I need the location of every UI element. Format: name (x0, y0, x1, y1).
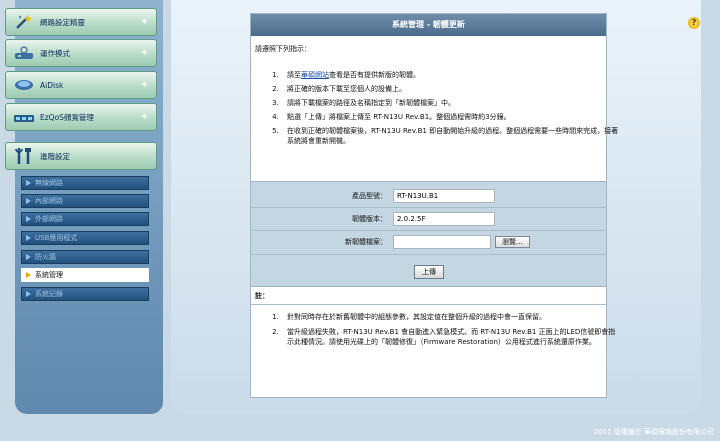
menu-ezqos[interactable]: EzQoS頻寬管理 ✦ (5, 103, 157, 131)
asus-website-link[interactable]: 華碩網站 (301, 71, 329, 79)
arrow-right-icon (26, 235, 31, 241)
instruction-step: 請將下載檔案的路徑及名稱指定到「新韌體檔案」中。 (281, 98, 621, 108)
product-label: 產品型號： (352, 192, 387, 200)
instruction-list: 請至華碩網站查看是否有提供新版的韌體。 將正確的版本下載至您個人的設備上。 請將… (261, 70, 621, 150)
menu-label: 進階設定 (40, 151, 70, 161)
browse-button[interactable]: 瀏覽... (495, 236, 530, 248)
note-item: 當升級過程失敗，RT-N13U Rev.B1 會自動進入緊急模式。而 RT-N1… (281, 327, 621, 347)
divider (251, 254, 606, 255)
copyright-footer: 2011 版權屬於 華碩電腦股份有限公司 (593, 428, 714, 436)
sparkle-icon: ✦ (141, 48, 148, 57)
submenu-label: 系統管理 (35, 271, 63, 279)
arrow-right-icon (26, 254, 31, 260)
panel-title: 系統管理 - 韌體更新 (251, 14, 606, 36)
divider (251, 304, 606, 305)
submenu-label: 系統記錄 (35, 290, 63, 298)
firmware-version-label: 韌體版本： (352, 215, 387, 223)
new-firmware-row: 新韌體檔案： 瀏覽... (251, 232, 606, 252)
arrow-right-icon (26, 291, 31, 297)
intro-text: 請遵照下列指示： (255, 45, 311, 53)
upload-button[interactable]: 上傳 (414, 265, 444, 279)
help-icon[interactable]: ? (688, 17, 700, 29)
instruction-step: 請至華碩網站查看是否有提供新版的韌體。 (281, 70, 621, 80)
arrow-right-icon (26, 216, 31, 222)
sparkle-icon: ✦ (141, 80, 148, 89)
menu-aidisk[interactable]: AiDisk ✦ (5, 71, 157, 99)
arrow-right-icon (26, 198, 31, 204)
instruction-step: 點選「上傳」將檔案上傳至 RT-N13U Rev.B1。整個過程需時約3分鐘。 (281, 112, 621, 122)
submenu-label: 防火牆 (35, 253, 56, 261)
submenu-wan[interactable]: 外部網路 (21, 212, 149, 226)
menu-label: 運作模式 (40, 48, 70, 58)
menu-operation-mode[interactable]: 運作模式 ✦ (5, 39, 157, 67)
submenu-label: 無線網路 (35, 179, 63, 187)
submenu-wireless[interactable]: 無線網路 (21, 176, 149, 190)
submenu-lan[interactable]: 內部網路 (21, 194, 149, 208)
menu-advanced-settings[interactable]: 進階設定 (5, 142, 157, 170)
firmware-version-field[interactable] (393, 212, 495, 226)
product-field[interactable] (393, 189, 495, 203)
submenu-label: 內部網路 (35, 197, 63, 205)
step-text: 點選「上傳」將檔案上傳至 RT-N13U Rev.B1。整個過程需時約3分鐘。 (287, 113, 511, 121)
firmware-form: 產品型號： 韌體版本： 新韌體檔案： 瀏覽... 上傳 (251, 181, 606, 287)
router-icon (10, 43, 38, 63)
instruction-step: 將正確的版本下載至您個人的設備上。 (281, 84, 621, 94)
submenu-system-log[interactable]: 系統記錄 (21, 287, 149, 301)
product-row: 產品型號： (251, 186, 606, 206)
notes-list: 針對同時存在於新舊韌體中的組態參數，其設定值在整個升級的過程中會一直保留。 當升… (261, 312, 621, 352)
instruction-step: 在收到正確的韌體檔案後，RT-N13U Rev.B1 即自動開始升級的過程。整個… (281, 126, 621, 146)
submenu-label: USB應用程式 (35, 234, 78, 242)
step-text: 將正確的版本下載至您個人的設備上。 (287, 85, 406, 93)
step-text: 請將下載檔案的路徑及名稱指定到「新韌體檔案」中。 (287, 99, 455, 107)
sparkle-icon: ✦ (141, 112, 148, 121)
arrow-right-icon (26, 180, 31, 186)
sparkle-icon: ✦ (141, 17, 148, 26)
firmware-version-row: 韌體版本： (251, 209, 606, 229)
step-text: 在收到正確的韌體檔案後，RT-N13U Rev.B1 即自動開始升級的過程。整個… (287, 127, 619, 145)
menu-label: 網路設定精靈 (40, 17, 85, 27)
new-firmware-file-field[interactable] (393, 235, 491, 249)
submenu-administration[interactable]: 系統管理 (21, 268, 149, 282)
wand-icon (10, 12, 38, 32)
submenu-firewall[interactable]: 防火牆 (21, 250, 149, 264)
note-title: 註： (255, 292, 269, 300)
disk-icon (10, 75, 38, 95)
submenu-label: 外部網路 (35, 215, 63, 223)
arrow-right-icon (26, 272, 31, 278)
qos-icon (10, 107, 38, 127)
submenu-usb-application[interactable]: USB應用程式 (21, 231, 149, 245)
tools-icon (10, 146, 38, 166)
step-text: 查看是否有提供新版的韌體。 (329, 71, 420, 79)
menu-label: EzQoS頻寬管理 (40, 112, 94, 122)
divider (251, 207, 606, 208)
firmware-upgrade-panel: 系統管理 - 韌體更新 請遵照下列指示： 請至華碩網站查看是否有提供新版的韌體。… (250, 13, 618, 398)
menu-quick-setup[interactable]: 網路設定精靈 ✦ (5, 8, 157, 36)
note-item: 針對同時存在於新舊韌體中的組態參數，其設定值在整個升級的過程中會一直保留。 (281, 312, 621, 322)
step-text: 請至 (287, 71, 301, 79)
divider (251, 230, 606, 231)
new-firmware-label: 新韌體檔案： (345, 238, 387, 246)
menu-label: AiDisk (40, 80, 64, 90)
